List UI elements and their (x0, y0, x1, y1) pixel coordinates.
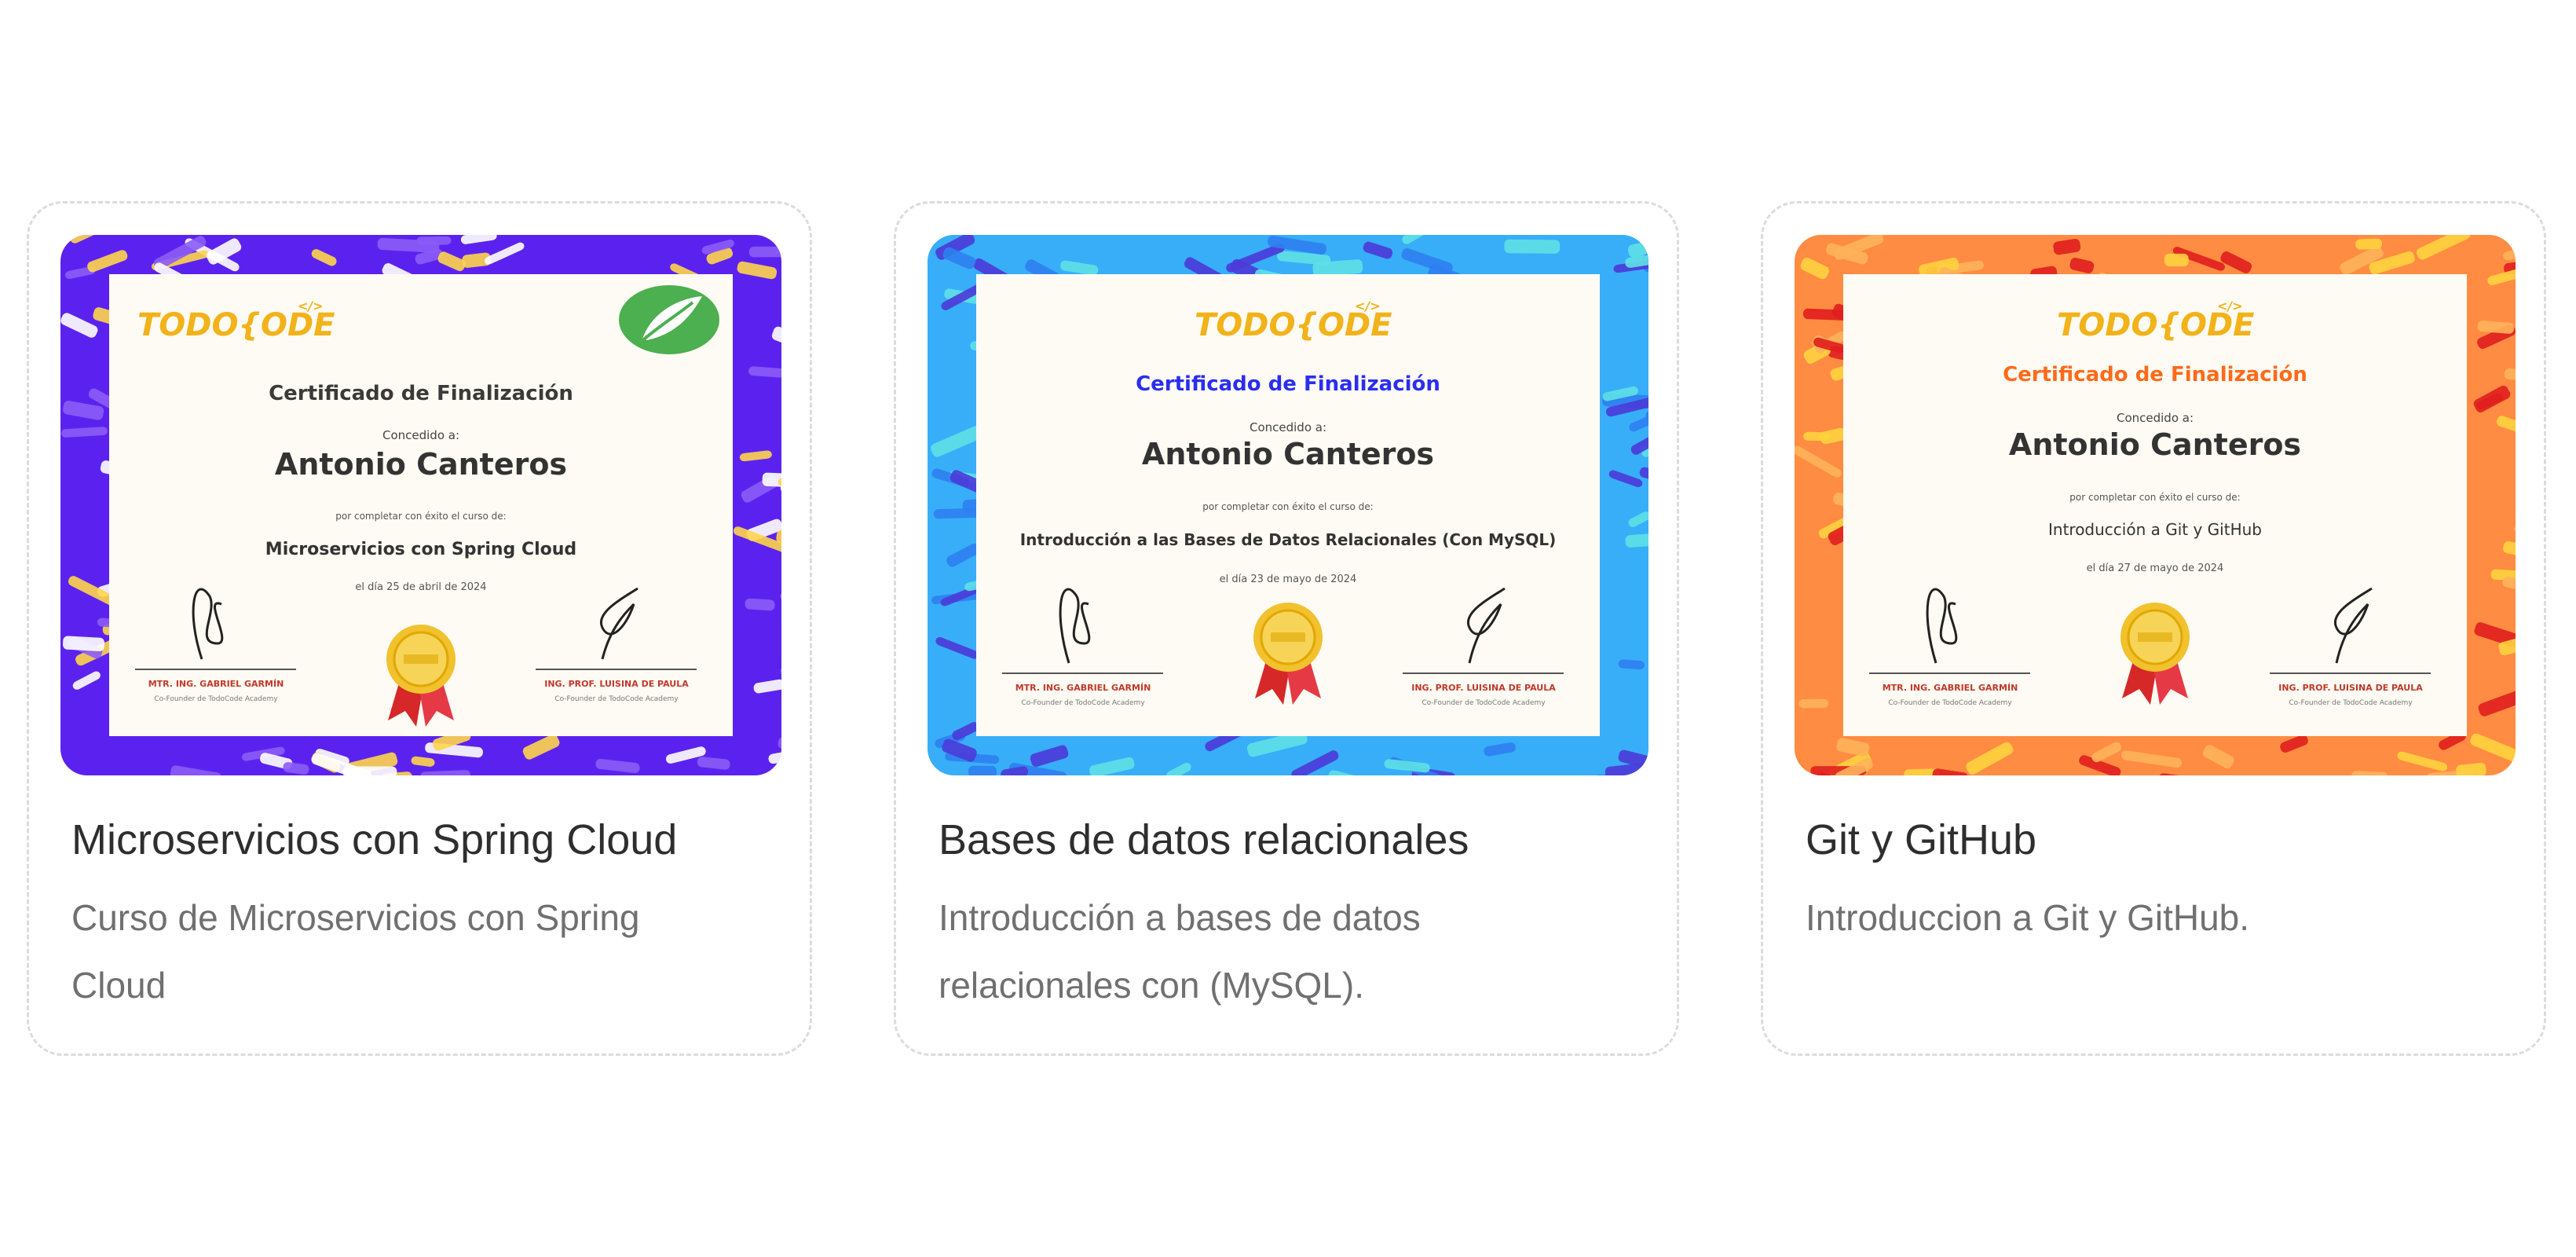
certificate-heading: Certificado de Finalización (2003, 363, 2307, 387)
course-title[interactable]: Git y GitHub (1806, 815, 2497, 866)
brush-stroke (968, 765, 997, 775)
brush-stroke (1504, 239, 1561, 254)
signer-left-name: MTR. ING. GABRIEL GARMÍN (148, 679, 284, 689)
course-description: Introduccion a Git y GitHub. (1806, 897, 2250, 938)
date-line: el día 23 de mayo de 2024 (1220, 574, 1357, 585)
course-card-bases-de-datos[interactable]: TODO{ODE </> Certificado de Finalización… (894, 201, 1679, 1056)
course-line: Introducción a Git y GitHub (2048, 520, 2262, 539)
logo-tag: </> (298, 299, 324, 313)
completion-text: por completar con éxito el curso de: (1202, 501, 1373, 512)
brush-stroke (762, 472, 781, 488)
brush-stroke (2355, 238, 2382, 250)
certificate-thumbnail[interactable]: TODO{ODE </> Certificado de Finalización… (60, 235, 781, 775)
certificate-image: TODO{ODE </> Certificado de Finalización… (1795, 235, 2516, 775)
recipient-name: Antonio Canteros (275, 447, 567, 482)
brush-stroke (1803, 431, 1831, 442)
certificate-image: TODO{ODE </> Certificado de Finalización… (928, 235, 1648, 775)
signer-right-role: Co-Founder de TodoCode Academy (1422, 699, 1546, 707)
signer-left-role: Co-Founder de TodoCode Academy (1021, 699, 1145, 707)
date-line: el día 25 de abril de 2024 (355, 581, 486, 593)
brush-stroke (2164, 253, 2189, 266)
awarded-to-label: Concedido a: (2117, 411, 2194, 425)
logo-tag: </> (2217, 299, 2243, 313)
signer-left-role: Co-Founder de TodoCode Academy (154, 695, 278, 703)
signer-left-name: MTR. ING. GABRIEL GARMÍN (1015, 683, 1151, 693)
signer-right-role: Co-Founder de TodoCode Academy (2289, 699, 2413, 707)
course-description: Introducción a bases de datos relacional… (939, 897, 1421, 1006)
date-line: el día 27 de mayo de 2024 (2087, 563, 2224, 574)
recipient-name: Antonio Canteros (1142, 437, 1434, 471)
course-title[interactable]: Bases de datos relacionales (939, 815, 1630, 866)
signer-right-role: Co-Founder de TodoCode Academy (554, 695, 679, 703)
course-title[interactable]: Microservicios con Spring Cloud (71, 815, 763, 866)
course-card-git-github[interactable]: TODO{ODE </> Certificado de Finalización… (1761, 201, 2546, 1056)
signer-right-name: ING. PROF. LUISINA DE PAULA (544, 679, 689, 689)
brush-stroke (748, 246, 781, 258)
completion-text: por completar con éxito el curso de: (335, 511, 506, 522)
recipient-name: Antonio Canteros (2009, 427, 2301, 462)
course-description: Curso de Microservicios con Spring Cloud (71, 897, 640, 1006)
signer-right-name: ING. PROF. LUISINA DE PAULA (1411, 683, 1556, 693)
awarded-to-label: Concedido a: (382, 428, 459, 442)
signer-left-name: MTR. ING. GABRIEL GARMÍN (1883, 683, 2018, 693)
certificate-thumbnail[interactable]: TODO{ODE </> Certificado de Finalización… (1795, 235, 2516, 775)
brush-stroke (745, 598, 775, 611)
awarded-to-label: Concedido a: (1250, 420, 1326, 434)
certificate-heading: Certificado de Finalización (1136, 372, 1440, 396)
completion-text: por completar con éxito el curso de: (2069, 492, 2240, 503)
course-grid: TODO{ODE </> Certificado de Finalización… (0, 0, 2576, 1257)
signer-right-name: ING. PROF. LUISINA DE PAULA (2278, 683, 2423, 693)
spring-leaf-icon (619, 285, 719, 354)
brush-stroke (1798, 698, 1828, 709)
course-card-microservicios[interactable]: TODO{ODE </> Certificado de Finalización… (27, 201, 812, 1056)
certificate-image: TODO{ODE </> Certificado de Finalización… (60, 235, 781, 775)
course-line: Introducción a las Bases de Datos Relaci… (1020, 530, 1557, 549)
certificate-heading: Certificado de Finalización (269, 382, 573, 405)
certificate-thumbnail[interactable]: TODO{ODE </> Certificado de Finalización… (928, 235, 1648, 775)
signer-left-role: Co-Founder de TodoCode Academy (1888, 699, 2012, 707)
logo-tag: </> (1355, 299, 1381, 313)
brush-stroke (63, 636, 105, 651)
course-line: Microservicios con Spring Cloud (265, 540, 576, 559)
